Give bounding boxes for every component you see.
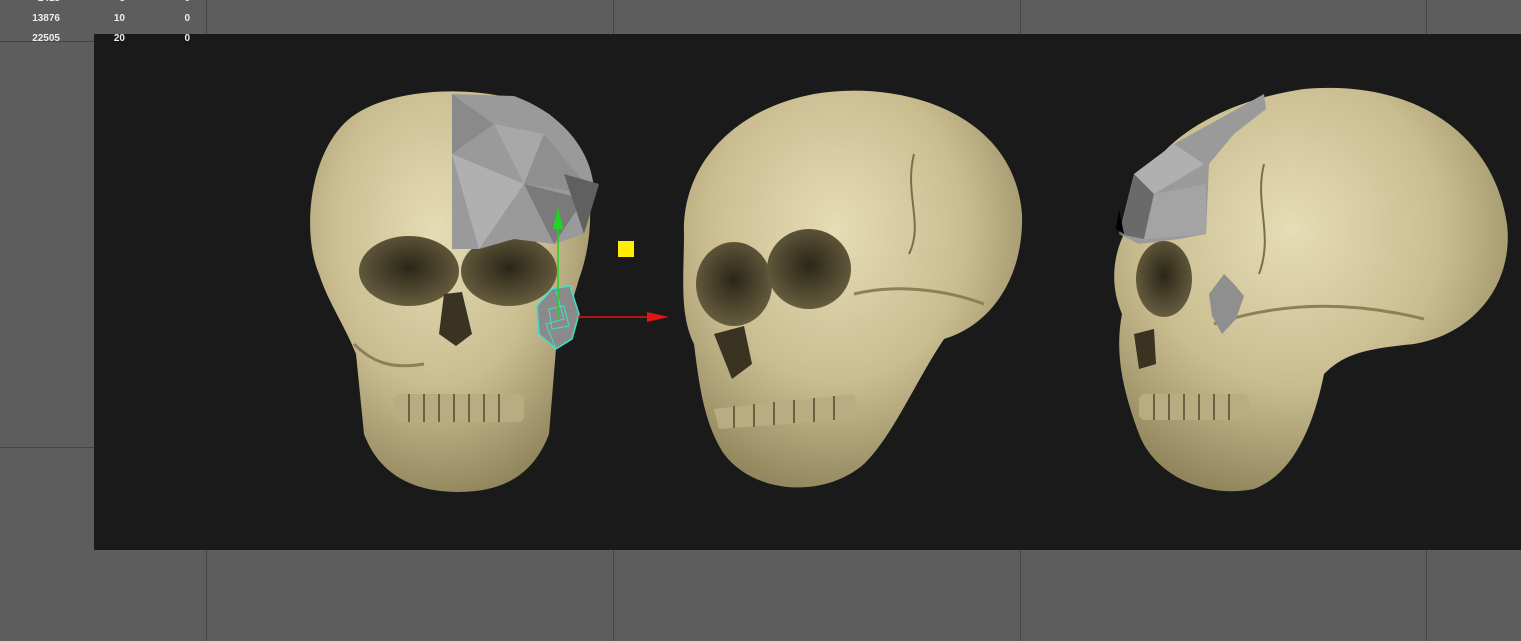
grid-line-h2 [0,447,94,448]
pivot-handle-icon[interactable] [618,241,634,257]
viewport-canvas[interactable] [94,34,1521,550]
stat-row: 22505 20 0 [0,33,200,47]
skull-profile-icon[interactable] [1114,87,1508,492]
proxy-mesh-forehead[interactable] [452,94,599,249]
stat-verts: 22505 [32,33,60,44]
skull-three-quarter-icon[interactable] [683,90,1023,488]
viewport-3d[interactable] [94,34,1521,550]
stat-row: 1413 5 0 [0,0,200,7]
stat-level: 5 [75,0,125,4]
stat-level: 10 [113,13,125,24]
skull-front-icon[interactable] [310,91,599,492]
stat-level: 20 [113,33,125,44]
stat-verts: 13876 [32,13,60,24]
stat-row: 13876 10 0 [0,13,200,27]
stat-extra: 0 [140,0,190,4]
stat-extra: 0 [184,13,190,24]
stat-verts: 1413 [10,0,60,4]
stat-extra: 0 [184,33,190,44]
